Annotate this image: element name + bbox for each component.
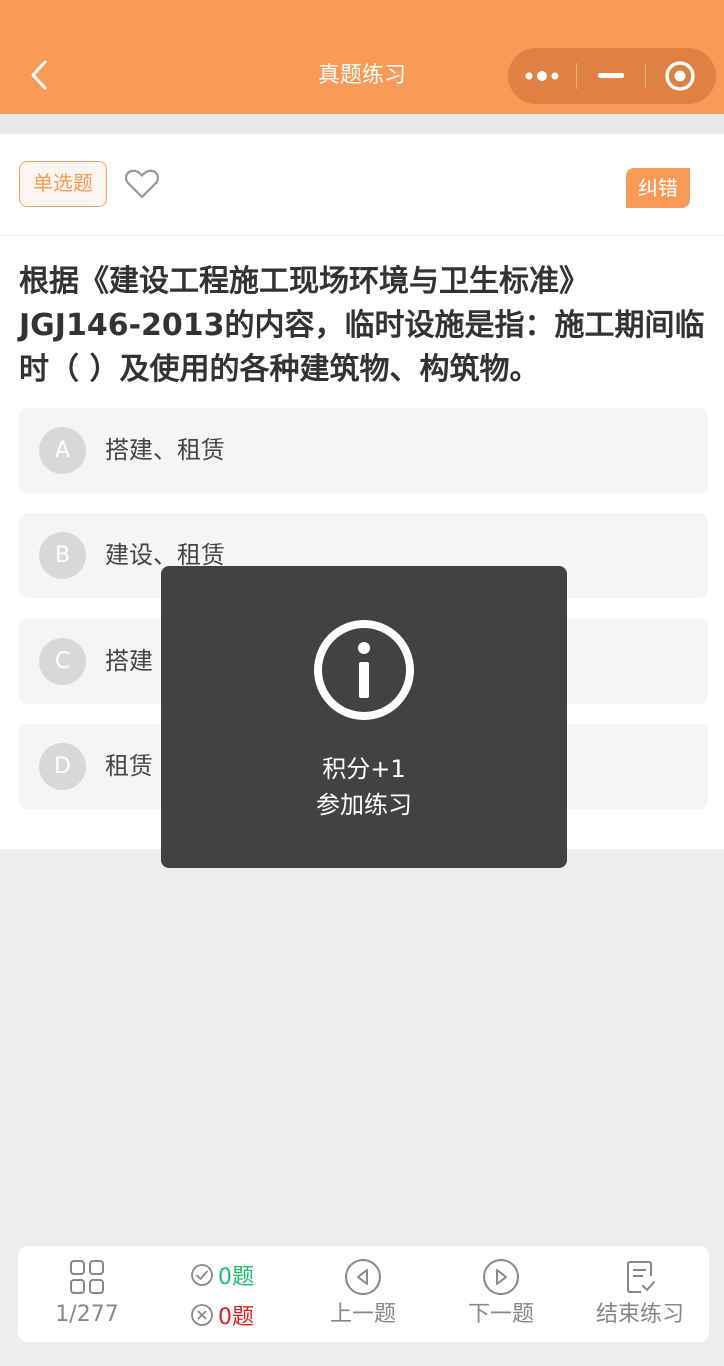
checklist-icon (627, 1261, 655, 1293)
info-circle-icon (314, 620, 414, 720)
previous-question-button[interactable]: 上一题 (294, 1246, 432, 1342)
next-circle-icon (483, 1259, 519, 1295)
option-letter: B (39, 532, 86, 579)
report-error-button[interactable]: 纠错 (626, 168, 690, 208)
grid-icon (70, 1260, 104, 1294)
previous-label: 上一题 (329, 1302, 396, 1327)
more-button[interactable] (508, 48, 576, 104)
question-meta-row: 单选题 纠错 (0, 134, 724, 236)
question-text: 根据《建设工程施工现场环境与卫生标准》JGJ146-2013的内容，临时设施是指… (19, 264, 705, 387)
correct-count: 0题 (190, 1260, 254, 1290)
finish-practice-button[interactable]: 结束练习 (571, 1246, 709, 1342)
answer-sheet-button[interactable]: 1/277 (18, 1246, 156, 1342)
next-question-button[interactable]: 下一题 (432, 1246, 570, 1342)
option-text: 搭建、租赁 (105, 436, 225, 464)
points-toast: 积分+1 参加练习 (161, 566, 567, 868)
header-divider (0, 114, 724, 134)
cross-circle-icon (191, 1304, 213, 1326)
option-text: 搭建 (105, 647, 153, 675)
close-mini-program-button[interactable] (646, 48, 714, 104)
next-label: 下一题 (467, 1302, 534, 1327)
bottom-toolbar: 1/277 0题 0题 上一题 下一题 结束练习 (18, 1246, 709, 1342)
finish-label: 结束练习 (595, 1302, 684, 1327)
navigation-bar: 真题练习 (0, 0, 724, 114)
target-icon (665, 61, 695, 91)
previous-circle-icon (345, 1259, 381, 1295)
wrong-count: 0题 (190, 1300, 254, 1330)
option-letter: A (39, 427, 86, 474)
question-type-tag: 单选题 (19, 161, 107, 207)
more-dots-icon (525, 71, 559, 81)
correct-count-value: 0题 (218, 1265, 254, 1290)
minus-icon (598, 73, 624, 78)
heart-outline-icon[interactable] (124, 168, 160, 200)
mini-program-capsule (508, 48, 716, 104)
option-letter: C (39, 638, 86, 685)
check-circle-icon (191, 1264, 213, 1286)
option-letter: D (39, 743, 86, 790)
option-text: 租赁 (105, 752, 153, 780)
option-a[interactable]: A 搭建、租赁 (19, 408, 708, 493)
toast-points-text: 积分+1 (322, 755, 406, 783)
progress-counter: 1/277 (55, 1302, 119, 1327)
toast-reason-text: 参加练习 (316, 791, 412, 819)
wrong-count-value: 0题 (218, 1305, 254, 1330)
minimize-button[interactable] (577, 48, 645, 104)
